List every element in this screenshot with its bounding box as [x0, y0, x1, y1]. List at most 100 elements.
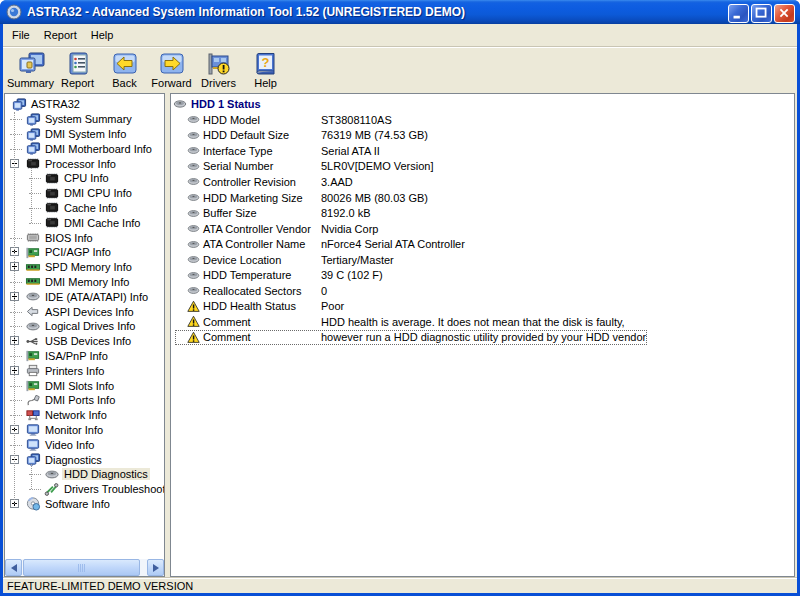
scroll-left-button[interactable]	[5, 559, 22, 576]
toolbar-drivers-button[interactable]: Drivers	[195, 48, 242, 90]
detail-row[interactable]: Buffer Size8192.0 kB	[171, 205, 794, 221]
tree-item-astra32[interactable]: ASTRA32	[5, 97, 164, 112]
tree-connector	[10, 326, 22, 327]
tree-item-dmi-cpu-info[interactable]: DMI CPU Info	[5, 186, 164, 201]
scroll-right-arrow-icon	[153, 564, 159, 572]
tree-horizontal-scrollbar[interactable]	[5, 559, 164, 576]
memory-icon	[25, 260, 41, 275]
toolbar-report-button[interactable]: Report	[54, 48, 101, 90]
card-icon	[25, 378, 41, 393]
scroll-right-button[interactable]	[147, 559, 164, 576]
tree-item-logical-drives-info[interactable]: Logical Drives Info	[5, 319, 164, 334]
tree-item-cache-info[interactable]: Cache Info	[5, 201, 164, 216]
tree-item-dmi-slots-info[interactable]: DMI Slots Info	[5, 378, 164, 393]
tree-item-processor-info[interactable]: Processor Info	[5, 156, 164, 171]
detail-row[interactable]: ATA Controller NamenForce4 Serial ATA Co…	[171, 236, 794, 252]
tree-item-network-info[interactable]: Network Info	[5, 408, 164, 423]
tree-connector	[29, 223, 41, 224]
hdd-icon	[187, 253, 200, 266]
tree-item-dmi-memory-info[interactable]: DMI Memory Info	[5, 275, 164, 290]
toolbar-forward-button[interactable]: Forward	[148, 48, 195, 90]
tree-connector	[31, 464, 32, 489]
maximize-button[interactable]	[751, 4, 772, 23]
detail-row[interactable]: Serial Number5LR0V[DEMO Version]	[171, 159, 794, 175]
detail-row[interactable]: HDD ModelST3808110AS	[171, 112, 794, 128]
hdd-icon	[187, 144, 200, 157]
close-button[interactable]	[774, 4, 795, 23]
scrollbar-track[interactable]	[140, 559, 147, 576]
tree-item-usb-devices-info[interactable]: USB Devices Info	[5, 334, 164, 349]
tree-item-printers-info[interactable]: Printers Info	[5, 363, 164, 378]
scrollbar-thumb[interactable]	[23, 559, 140, 576]
summary-icon	[17, 51, 45, 76]
toolbar-back-button[interactable]: Back	[101, 48, 148, 90]
detail-title: HDD 1 Status	[191, 98, 261, 110]
hdd-icon	[44, 467, 60, 482]
toolbar-help-button[interactable]: ?Help	[242, 48, 289, 90]
hdd-icon	[187, 284, 200, 297]
drive-icon	[25, 289, 41, 304]
hdd-icon	[173, 97, 187, 111]
tree-item-diagnostics[interactable]: Diagnostics	[5, 452, 164, 467]
tree-item-isa-pnp-info[interactable]: ISA/PnP Info	[5, 349, 164, 364]
detail-row[interactable]: Device LocationTertiary/Master	[171, 252, 794, 268]
monitor-icon	[25, 437, 41, 452]
tree-item-ide-ata-atapi-info[interactable]: IDE (ATA/ATAPI) Info	[5, 289, 164, 304]
detail-row[interactable]: HDD Default Size76319 MB (74.53 GB)	[171, 128, 794, 144]
tools-icon	[44, 482, 60, 497]
detail-row[interactable]: HDD Temperature39 C (102 F)	[171, 267, 794, 283]
computer-icon	[11, 97, 27, 112]
tree-item-drivers-troubleshoote[interactable]: Drivers Troubleshoote	[5, 482, 164, 497]
tree-item-aspi-devices-info[interactable]: ASPI Devices Info	[5, 304, 164, 319]
tree-item-dmi-motherboard-info[interactable]: DMI Motherboard Info	[5, 141, 164, 156]
detail-row[interactable]: Commenthowever run a HDD diagnostic util…	[171, 330, 794, 346]
detail-row[interactable]: HDD Health StatusPoor	[171, 299, 794, 315]
menu-report[interactable]: Report	[37, 26, 84, 44]
tree-item-dmi-ports-info[interactable]: DMI Ports Info	[5, 393, 164, 408]
window-title: ASTRA32 - Advanced System Information To…	[27, 5, 465, 19]
tree-item-dmi-cache-info[interactable]: DMI Cache Info	[5, 215, 164, 230]
drive-icon	[25, 319, 41, 334]
tree-item-pci-agp-info[interactable]: PCI/AGP Info	[5, 245, 164, 260]
hdd-icon	[187, 175, 200, 188]
detail-row[interactable]: Controller Revision3.AAD	[171, 174, 794, 190]
computer-icon	[25, 141, 41, 156]
tree-item-hdd-diagnostics[interactable]: HDD Diagnostics	[5, 467, 164, 482]
computer-icon	[25, 452, 41, 467]
tree-item-system-summary[interactable]: System Summary	[5, 112, 164, 127]
hdd-icon	[187, 269, 200, 282]
detail-row[interactable]: Reallocated Sectors0	[171, 283, 794, 299]
detail-header: HDD 1 Status	[171, 96, 794, 112]
tree-connector	[10, 400, 22, 401]
tree-connector	[10, 356, 22, 357]
help-icon: ?	[252, 51, 280, 76]
menu-file[interactable]: File	[5, 26, 37, 44]
tree-connector	[10, 238, 22, 239]
tree-item-cpu-info[interactable]: CPU Info	[5, 171, 164, 186]
menu-bar: FileReportHelp	[3, 24, 797, 46]
tree-item-bios-info[interactable]: BIOS Info	[5, 230, 164, 245]
detail-panel: HDD 1 Status HDD ModelST3808110ASHDD Def…	[170, 93, 795, 577]
toolbar-summary-button[interactable]: Summary	[7, 48, 54, 90]
tree-item-software-info[interactable]: Software Info	[5, 497, 164, 512]
tree-item-spd-memory-info[interactable]: SPD Memory Info	[5, 260, 164, 275]
minimize-button[interactable]	[728, 4, 749, 23]
detail-row[interactable]: HDD Marketing Size80026 MB (80.03 GB)	[171, 190, 794, 206]
forward-icon	[158, 51, 186, 76]
tree-item-video-info[interactable]: Video Info	[5, 437, 164, 452]
app-window: ASTRA32 - Advanced System Information To…	[0, 0, 800, 596]
detail-row[interactable]: Interface TypeSerial ATA II	[171, 143, 794, 159]
svg-text:?: ?	[261, 55, 269, 70]
tree-item-monitor-info[interactable]: Monitor Info	[5, 423, 164, 438]
tree-connector	[10, 282, 22, 283]
tree-item-dmi-system-info[interactable]: DMI System Info	[5, 127, 164, 142]
bios-chip-icon	[25, 230, 41, 245]
tree-connector	[10, 415, 22, 416]
detail-row[interactable]: CommentHDD health is average. It does no…	[171, 314, 794, 330]
tree-connector	[10, 149, 22, 150]
detail-row[interactable]: ATA Controller VendorNvidia Corp	[171, 221, 794, 237]
tree-connector	[10, 386, 22, 387]
tree-connector	[10, 119, 22, 120]
menu-help[interactable]: Help	[84, 26, 121, 44]
hdd-icon	[173, 97, 187, 111]
